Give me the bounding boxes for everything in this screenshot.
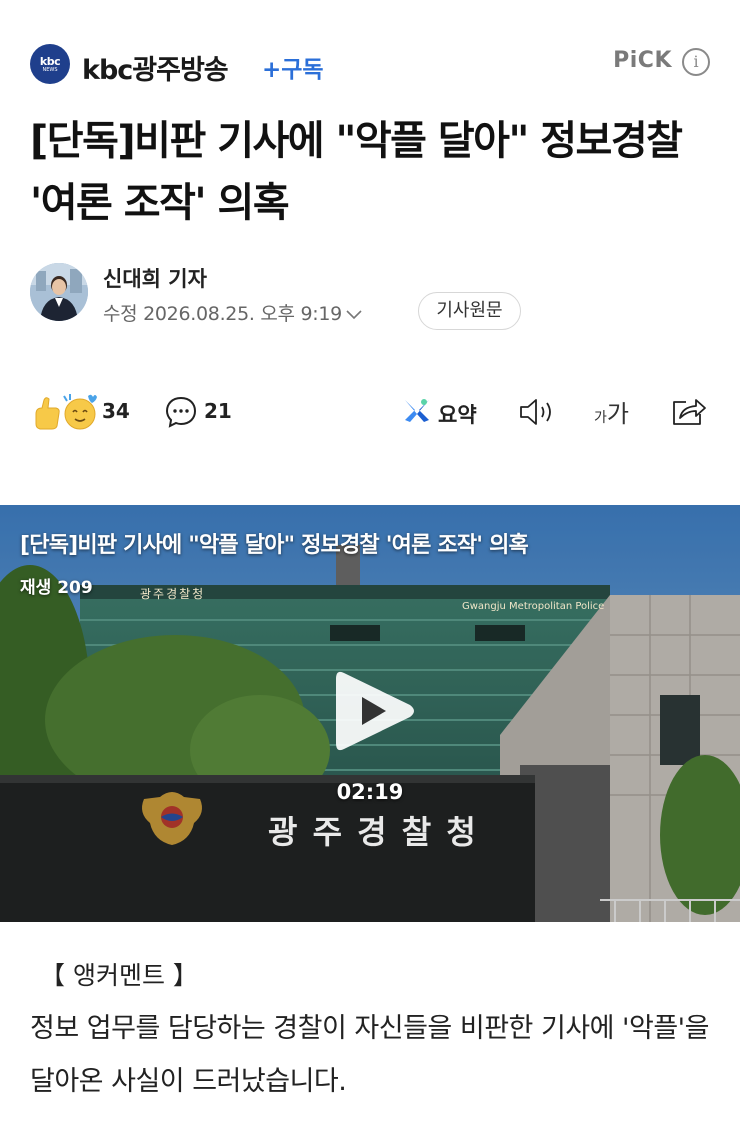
article-body: 정보 업무를 담당하는 경찰이 자신들을 비판한 기사에 '악플'을 달아온 사… (30, 1013, 709, 1097)
reporter-name[interactable]: 신대희 기자 (103, 263, 207, 293)
original-article-button[interactable]: 기사원문 (418, 292, 521, 330)
info-icon[interactable]: i (682, 48, 710, 76)
press-logo-text: kbc (39, 54, 61, 68)
font-size-icon: 가가 (594, 400, 629, 428)
article-title: [단독]비판 기사에 "악플 달아" 정보경찰 '여론 조작' 의혹 (30, 118, 683, 226)
speaker-button[interactable] (518, 396, 558, 428)
summary-button[interactable]: 요약 (402, 390, 492, 434)
press-logo[interactable]: kbc NEWS (30, 44, 70, 84)
font-size-small: 가 (594, 410, 607, 426)
play-button[interactable] (332, 665, 418, 757)
avatar[interactable] (30, 263, 88, 321)
video-views: 재생 209 (20, 578, 93, 598)
reaction-button[interactable]: 34 (30, 390, 130, 434)
video-duration: 02:19 (336, 780, 404, 804)
pick-badge: PiCK (613, 48, 672, 73)
font-size-large: 가 (606, 400, 629, 428)
subscribe-button[interactable]: +구독 (262, 50, 324, 84)
play-icon (332, 671, 418, 761)
video-player[interactable]: 광주경찰청 Gwangju Metropolitan Police 광 주 경 … (0, 505, 740, 922)
comment-button[interactable]: 21 (164, 390, 244, 434)
font-size-button[interactable]: 가가 (594, 394, 644, 428)
speaker-icon (518, 399, 558, 432)
modified-date[interactable]: 수정 2026.08.25. 오후 9:19 (103, 299, 362, 326)
summary-label: 요약 (438, 403, 477, 427)
share-icon (670, 399, 708, 432)
building-sign-top: 광주경찰청 (140, 587, 206, 601)
building-sign: 광 주 경 찰 청 (268, 813, 478, 851)
press-name[interactable]: kbc광주방송 (82, 48, 229, 87)
video-title: [단독]비판 기사에 "악플 달아" 정보경찰 '여론 조작' 의혹 (20, 533, 529, 558)
modified-date-text: 수정 2026.08.25. 오후 9:19 (103, 303, 342, 325)
share-button[interactable] (670, 394, 708, 428)
building-sign-en: Gwangju Metropolitan Police (462, 601, 605, 612)
press-logo-subtext: NEWS (42, 66, 58, 73)
chevron-down-icon (346, 305, 362, 324)
anchor-label: 【 앵커멘트 】 (40, 961, 198, 990)
press-header: kbc NEWS kbc광주방송 +구독 PiCK i (30, 40, 710, 86)
reaction-count: 34 (102, 399, 130, 423)
action-bar: 34 21 요약 가가 (30, 390, 710, 434)
comment-count: 21 (204, 399, 232, 423)
